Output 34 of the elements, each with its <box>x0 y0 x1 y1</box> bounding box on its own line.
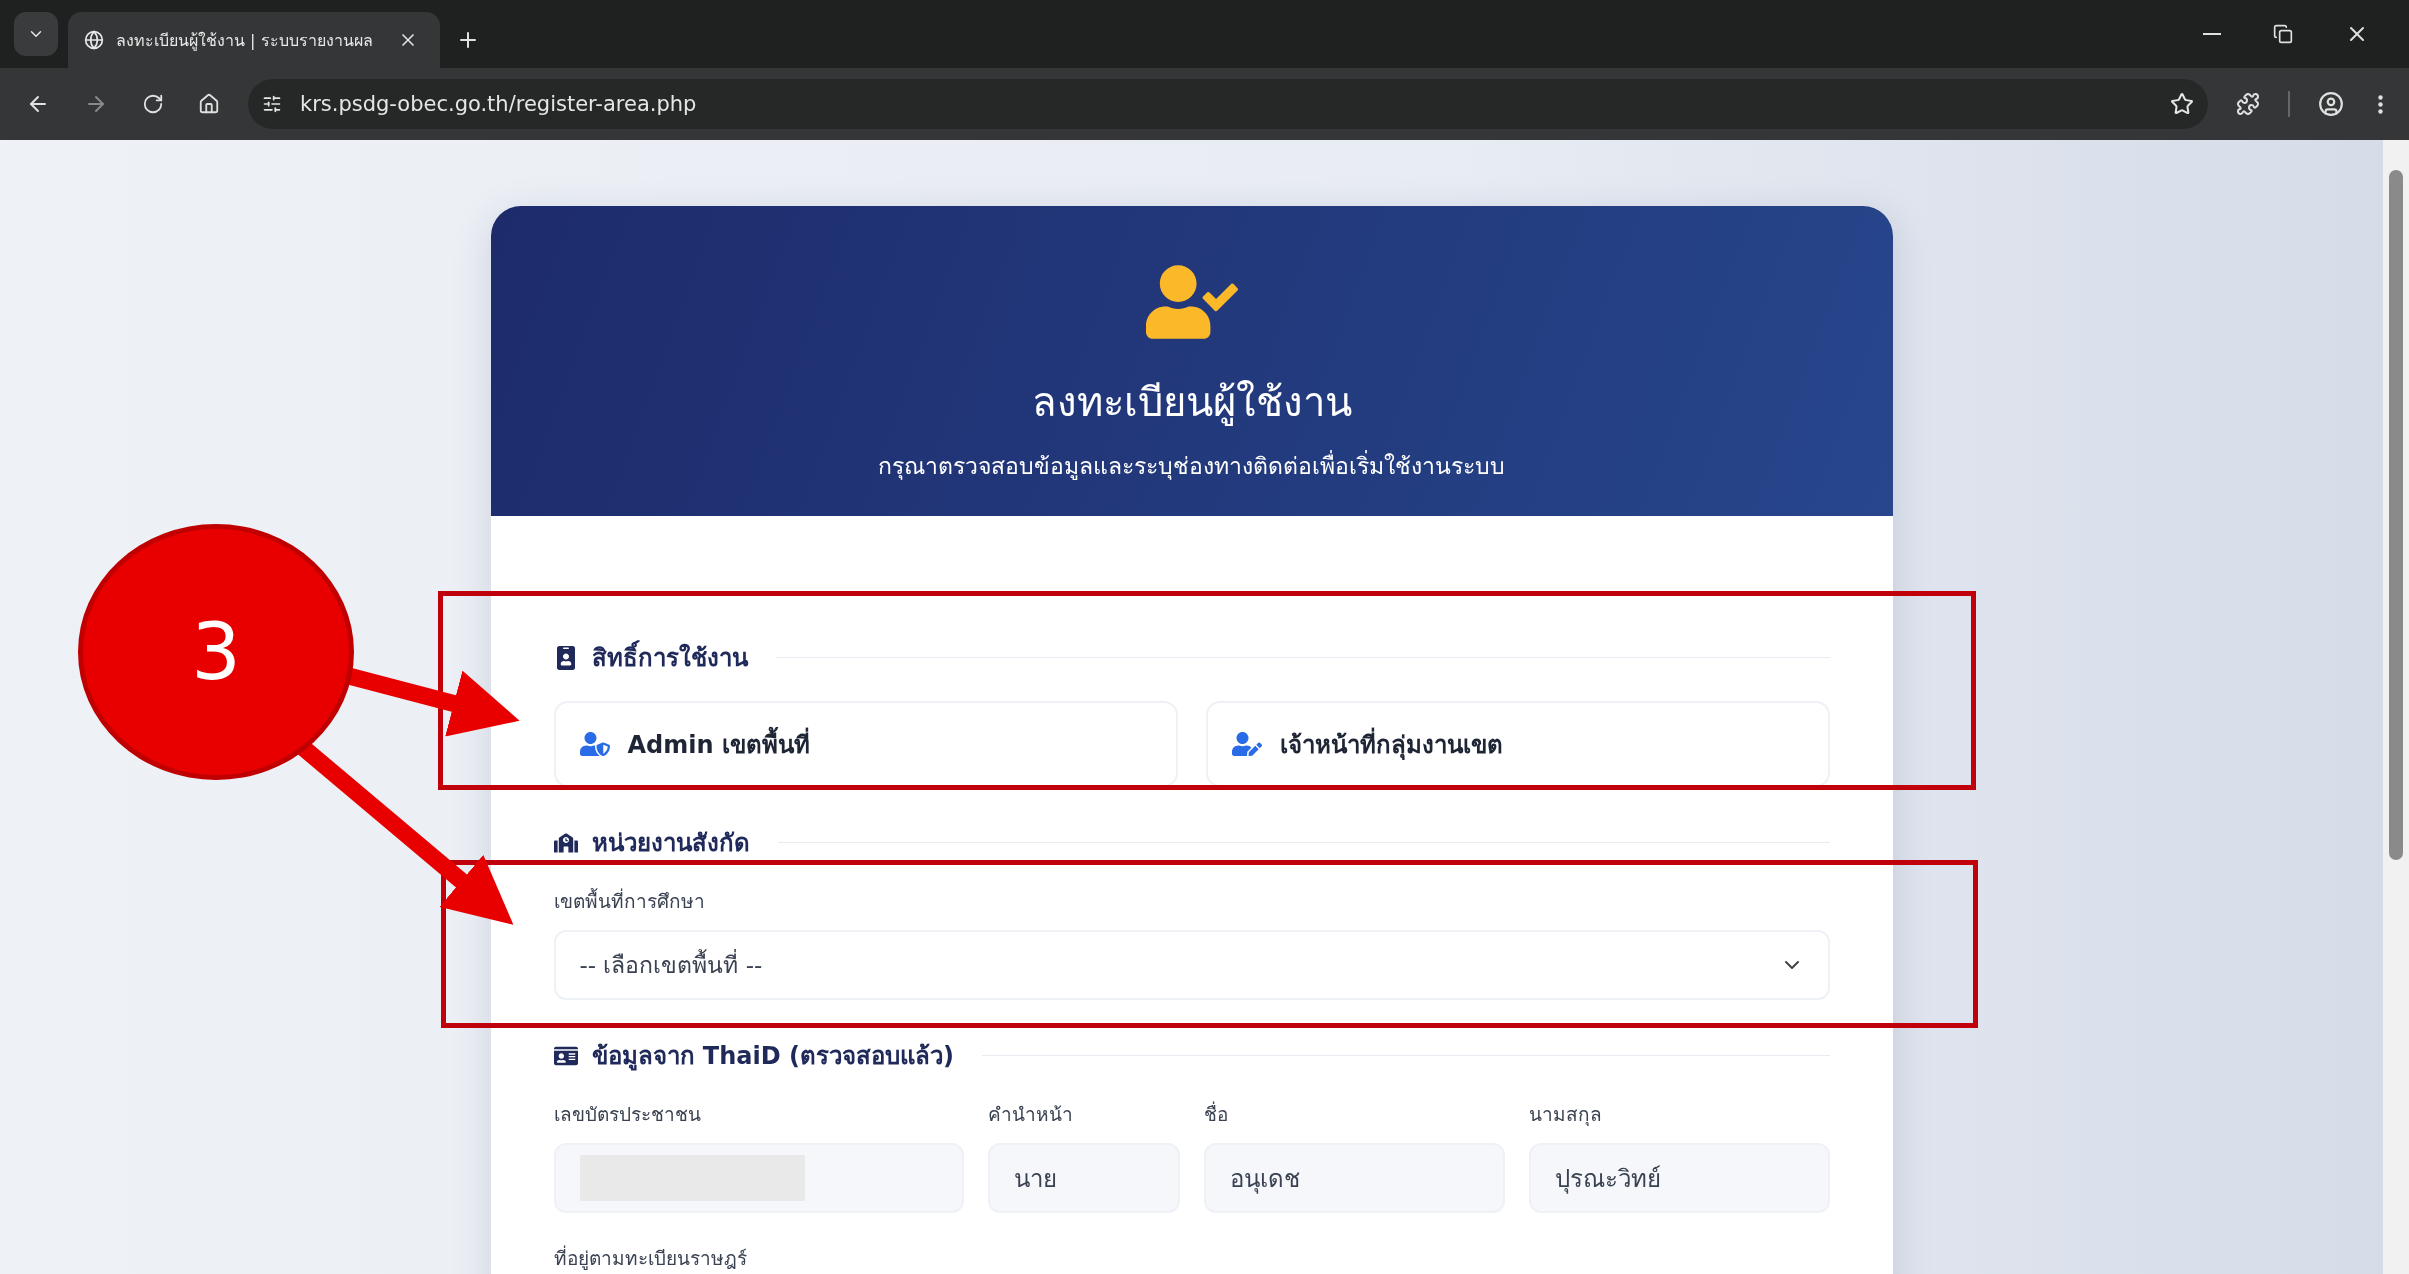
tab-title: ลงทะเบียนผู้ใช้งาน | ระบบรายงานผล <box>116 29 374 53</box>
scrollbar[interactable] <box>2383 140 2409 1274</box>
minimize-icon <box>2203 33 2221 35</box>
url-text: krs.psdg-obec.go.th/register-area.php <box>300 92 698 116</box>
reload-icon <box>142 93 164 115</box>
profile-icon <box>2318 91 2344 117</box>
site-settings-icon <box>262 94 282 114</box>
section-title: หน่วยงานสังกัด <box>591 828 750 859</box>
puzzle-icon <box>2236 92 2260 116</box>
input-field[interactable]: อนุเดช <box>1203 1143 1505 1213</box>
bookmark-star-icon[interactable] <box>2170 92 2194 116</box>
input-field[interactable]: นาย <box>987 1143 1180 1213</box>
user-edit-icon <box>1231 729 1262 759</box>
section-title: ข้อมูลจาก ThaiD (ตรวจสอบแล้ว) <box>591 1041 954 1073</box>
section-title: สิทธิ์การใช้งาน <box>591 638 748 677</box>
field-label: เขตพื้นที่การศึกษา <box>553 887 705 914</box>
field-label: ที่อยู่ตามทะเบียนราษฎร์ <box>553 1244 747 1272</box>
page-title: ลงทะเบียนผู้ใช้งาน <box>1031 378 1352 428</box>
address-bar[interactable]: krs.psdg-obec.go.th/register-area.php <box>248 79 2208 129</box>
area-select[interactable]: -- เลือกเขตพื้นที่ -- <box>553 930 1830 1000</box>
user-shield-icon <box>579 729 610 759</box>
globe-icon <box>84 30 104 50</box>
field-label: นามสกุล <box>1528 1102 1602 1128</box>
home-icon <box>198 93 220 115</box>
page-subtitle: กรุณาตรวจสอบข้อมูลและระบุช่องทางติดต่อเพื่อเริ่มใช้งานระบบ <box>878 448 1505 484</box>
role-option[interactable]: เจ้าหน้าที่กลุ่มงานเขต <box>1205 701 1830 787</box>
field-label: เลขบัตรประชาชน <box>553 1102 701 1127</box>
restore-icon <box>2273 24 2293 44</box>
field-label: คำนำหน้า <box>987 1102 1073 1127</box>
browser-tab[interactable]: ลงทะเบียนผู้ใช้งาน | ระบบรายงานผล <box>68 12 440 68</box>
field-label: ชื่อ <box>1203 1100 1228 1127</box>
role-option[interactable]: Admin เขตพื้นที่ <box>553 701 1178 787</box>
input-field[interactable]: ปุรณะวิทย์ <box>1528 1143 1830 1213</box>
menu-icon <box>2378 94 2383 114</box>
